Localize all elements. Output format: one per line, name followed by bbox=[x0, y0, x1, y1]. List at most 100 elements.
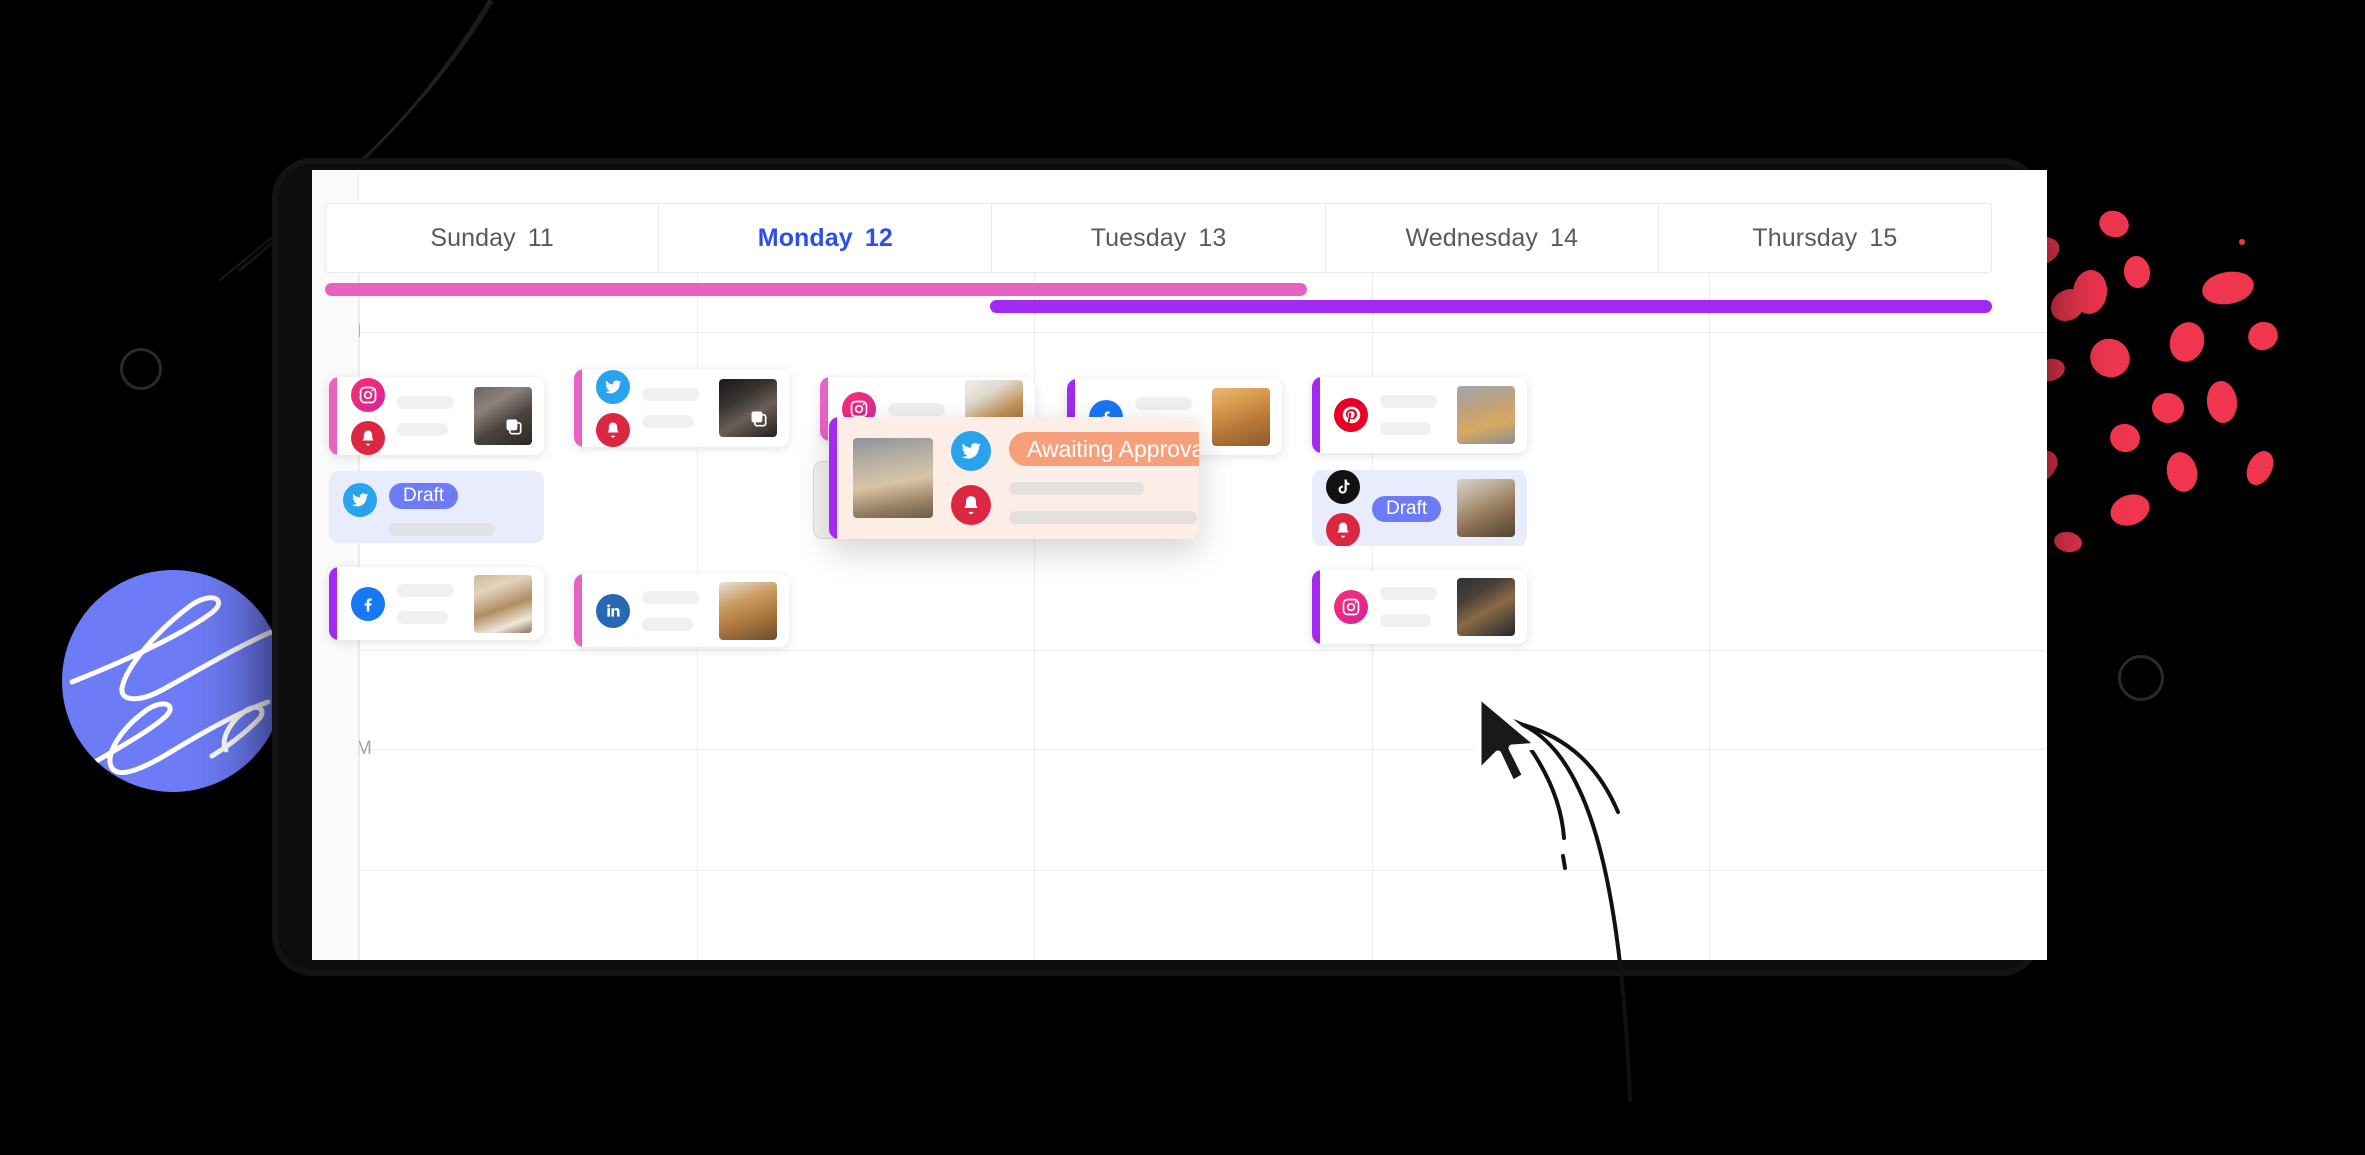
pink-campaign-bar[interactable] bbox=[325, 283, 1307, 296]
linkedin-icon[interactable] bbox=[596, 593, 630, 628]
twitter-icon[interactable] bbox=[343, 483, 377, 517]
screenshot-root: Sunday 11 Monday 12 Tuesday 13 Wednesday… bbox=[0, 0, 2365, 1155]
day-header-tuesday[interactable]: Tuesday 13 bbox=[992, 204, 1326, 272]
decorative-confetti bbox=[2010, 210, 2278, 553]
text-placeholder-lines bbox=[1380, 395, 1445, 435]
multi-image-icon bbox=[506, 419, 522, 435]
event-card-mon-linkedin[interactable] bbox=[574, 574, 789, 647]
card-body: Draft bbox=[1312, 470, 1527, 546]
card-body: Awaiting Approval bbox=[837, 417, 1199, 539]
event-card-thu-tiktok-draft[interactable]: Draft bbox=[1312, 470, 1527, 546]
text-placeholder-lines bbox=[642, 388, 707, 428]
draft-content: Draft bbox=[1372, 494, 1445, 522]
post-thumbnail[interactable] bbox=[1212, 388, 1270, 446]
day-name: Thursday bbox=[1752, 223, 1858, 252]
icon-stack bbox=[596, 369, 630, 447]
event-card-sun-twitter-draft[interactable]: Draft bbox=[329, 471, 544, 543]
post-thumbnail[interactable] bbox=[719, 581, 777, 640]
decorative-ring-right bbox=[2118, 655, 2164, 701]
hour-gridline-11am bbox=[359, 870, 2047, 871]
card-accent-bar bbox=[574, 574, 582, 647]
day-columns bbox=[312, 270, 2047, 960]
day-header-wednesday[interactable]: Wednesday 14 bbox=[1326, 204, 1659, 272]
instagram-icon[interactable] bbox=[1334, 590, 1368, 624]
text-line bbox=[1135, 397, 1193, 410]
decorative-ring-left bbox=[120, 348, 162, 390]
icon-stack bbox=[951, 431, 991, 525]
status-badge-awaiting-approval: Awaiting Approval bbox=[1009, 432, 1199, 466]
purple-campaign-bar[interactable] bbox=[990, 300, 1992, 313]
facebook-icon[interactable] bbox=[351, 586, 385, 621]
bell-icon[interactable] bbox=[951, 485, 991, 525]
twitter-icon[interactable] bbox=[951, 431, 991, 471]
day-name: Monday bbox=[757, 223, 853, 252]
pinterest-icon[interactable] bbox=[1334, 398, 1368, 432]
day-name: Sunday bbox=[430, 223, 516, 252]
text-placeholder-lines bbox=[888, 402, 953, 416]
event-card-tue-awaiting-approval[interactable]: Awaiting Approval bbox=[829, 417, 1199, 539]
text-line bbox=[1380, 422, 1431, 435]
instagram-icon[interactable] bbox=[351, 377, 385, 412]
day-number: 14 bbox=[1549, 223, 1578, 252]
day-number: 12 bbox=[864, 223, 893, 252]
post-thumbnail[interactable] bbox=[1457, 386, 1515, 444]
post-thumbnail[interactable] bbox=[853, 438, 933, 518]
post-thumbnail[interactable] bbox=[474, 574, 532, 633]
text-line bbox=[1380, 614, 1431, 627]
text-placeholder-lines bbox=[1380, 587, 1445, 627]
text-placeholder-lines bbox=[397, 583, 462, 624]
text-line bbox=[1380, 587, 1438, 600]
event-card-sun-facebook[interactable] bbox=[329, 567, 544, 640]
post-thumbnail[interactable] bbox=[1457, 479, 1515, 537]
day-header-row: Sunday 11 Monday 12 Tuesday 13 Wednesday… bbox=[325, 203, 1992, 273]
card-body bbox=[337, 377, 544, 455]
text-placeholder-lines bbox=[397, 396, 462, 436]
card-accent-bar bbox=[329, 567, 337, 640]
event-card-thu-pinterest[interactable] bbox=[1312, 377, 1527, 453]
day-number: 15 bbox=[1869, 223, 1898, 252]
card-body bbox=[582, 574, 789, 647]
day-header-monday[interactable]: Monday 12 bbox=[659, 204, 993, 272]
text-line bbox=[397, 423, 448, 436]
multi-image-icon bbox=[751, 411, 767, 427]
text-line bbox=[642, 415, 693, 428]
event-card-mon-twitter[interactable] bbox=[574, 369, 789, 447]
text-line bbox=[642, 617, 693, 631]
text-line bbox=[1009, 482, 1145, 495]
status-badge-draft: Draft bbox=[389, 483, 459, 509]
icon-stack bbox=[351, 377, 385, 455]
card-body bbox=[337, 567, 544, 640]
card-accent-bar bbox=[829, 417, 837, 539]
card-body bbox=[1320, 377, 1527, 453]
post-thumbnail[interactable] bbox=[719, 379, 777, 437]
card-accent-bar bbox=[1312, 570, 1320, 644]
post-thumbnail[interactable] bbox=[1457, 578, 1515, 636]
tiktok-icon[interactable] bbox=[1326, 470, 1360, 504]
day-header-sunday[interactable]: Sunday 11 bbox=[326, 204, 660, 272]
decorative-scribble bbox=[69, 595, 279, 775]
day-header-thursday[interactable]: Thursday 15 bbox=[1659, 204, 1991, 272]
day-name: Tuesday bbox=[1090, 223, 1187, 252]
text-placeholder-lines: Awaiting Approval bbox=[1009, 432, 1199, 524]
bell-icon[interactable] bbox=[351, 420, 385, 455]
card-body bbox=[1320, 570, 1527, 644]
bell-icon[interactable] bbox=[1326, 512, 1360, 546]
hour-gridline-10am bbox=[359, 749, 2047, 750]
column-thursday[interactable] bbox=[1710, 270, 2047, 960]
day-name: Wednesday bbox=[1405, 223, 1538, 252]
card-accent-bar bbox=[1312, 377, 1320, 453]
calendar-grid: 8 AM 10 AM bbox=[312, 270, 2047, 960]
draft-content: Draft bbox=[389, 483, 532, 536]
decorative-blue-circle bbox=[62, 570, 284, 792]
post-thumbnail[interactable] bbox=[474, 387, 532, 445]
icon-stack bbox=[1326, 470, 1360, 546]
twitter-icon[interactable] bbox=[596, 369, 630, 404]
event-card-sun-instagram[interactable] bbox=[329, 377, 544, 455]
week-calendar: Sunday 11 Monday 12 Tuesday 13 Wednesday… bbox=[312, 170, 2047, 960]
text-line bbox=[642, 388, 700, 401]
text-line bbox=[642, 590, 700, 604]
event-card-thu-instagram[interactable] bbox=[1312, 570, 1527, 644]
card-body: Draft bbox=[329, 471, 544, 543]
bell-icon[interactable] bbox=[596, 412, 630, 447]
hour-gridline-9am bbox=[359, 650, 2047, 651]
